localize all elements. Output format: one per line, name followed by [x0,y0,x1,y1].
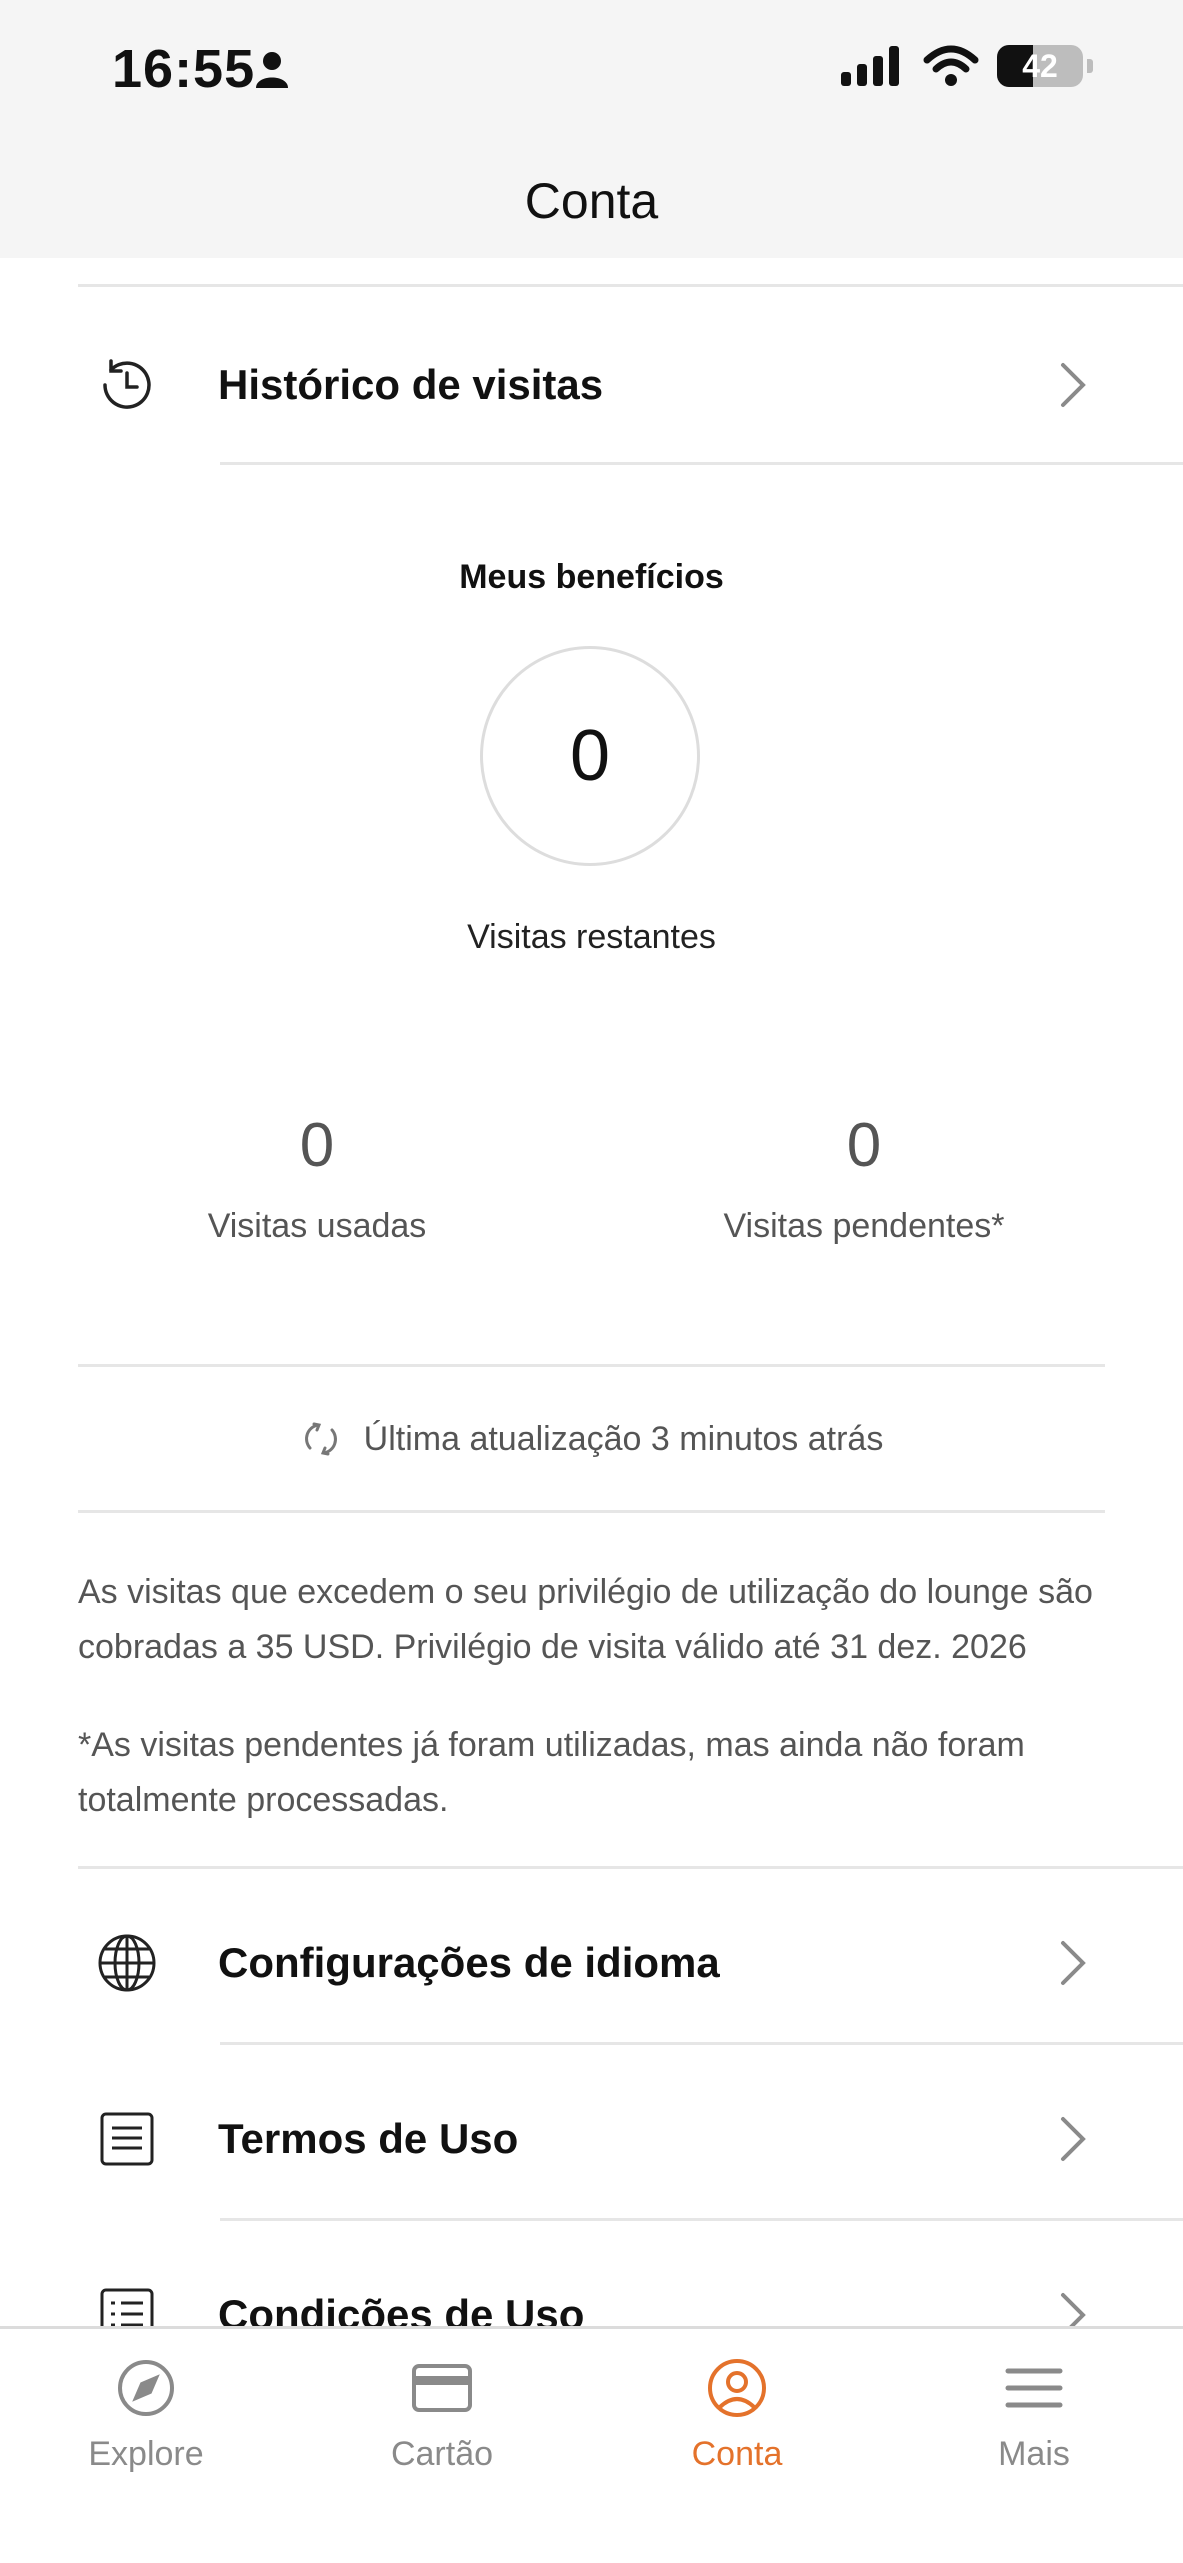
used-visits-stat: 0 Visitas usadas [107,1110,527,1246]
language-settings-row[interactable]: Configurações de idioma [0,1878,1183,2048]
cellular-signal-icon [841,46,899,86]
visit-history-label: Histórico de visitas [218,361,604,408]
tab-more-label: Mais [998,2435,1070,2473]
divider [78,284,1183,287]
used-visits-label: Visitas usadas [207,1207,427,1245]
wifi-icon [923,45,979,86]
person-icon [256,52,288,88]
history-icon [92,350,162,420]
bottom-tab-bar: Explore Cartão Conta Mais [0,2326,1183,2563]
tab-card[interactable]: Cartão [332,2353,552,2474]
tab-account[interactable]: Conta [627,2353,847,2474]
status-bar: 16:55 42 [0,0,1183,140]
divider [78,1866,1183,1869]
chevron-right-icon [1061,363,1086,407]
battery-tip [1087,59,1093,73]
battery-level: 42 [1022,47,1058,84]
charges-note: As visitas que excedem o seu privilégio … [78,1573,1093,1666]
tab-card-label: Cartão [390,2435,494,2473]
used-visits-value: 0 [299,1111,335,1180]
refresh-icon [304,1422,337,1456]
tab-account-label: Conta [691,2435,783,2473]
divider [78,1510,1105,1513]
globe-icon [92,1928,162,1998]
tab-explore[interactable]: Explore [36,2353,256,2474]
pending-visits-stat: 0 Visitas pendentes* [654,1110,1074,1246]
compass-icon [36,2353,256,2423]
terms-of-use-row[interactable]: Termos de Uso [0,2054,1183,2224]
divider [220,462,1183,465]
benefits-title: Meus benefícios [459,558,724,596]
tab-more[interactable]: Mais [924,2353,1144,2474]
tab-explore-label: Explore [88,2435,204,2473]
divider [78,1364,1105,1367]
battery-indicator: 42 [997,45,1083,87]
credit-card-icon [332,2353,552,2423]
menu-icon [924,2353,1144,2423]
pending-note: *As visitas pendentes já foram utilizada… [78,1726,1025,1819]
chevron-right-icon [1061,1941,1086,1985]
document-icon [92,2104,162,2174]
divider [220,2218,1183,2221]
pending-visits-label: Visitas pendentes* [723,1207,1005,1245]
pending-visits-value: 0 [846,1111,882,1180]
user-circle-icon [627,2353,847,2423]
divider [220,2042,1183,2045]
terms-of-use-label: Termos de Uso [218,2115,519,2162]
page-title: Conta [524,173,659,229]
chevron-right-icon [1061,2117,1086,2161]
status-time: 16:55 [112,39,256,99]
remaining-visits-circle: 0 [480,646,700,866]
remaining-visits-value: 0 [569,716,611,796]
language-settings-label: Configurações de idioma [218,1939,720,1986]
last-update-row[interactable]: Última atualização 3 minutos atrás [0,1418,1183,1460]
remaining-visits-label: Visitas restantes [467,918,716,956]
visit-history-row[interactable]: Histórico de visitas [0,300,1183,470]
last-update-text: Última atualização 3 minutos atrás [363,1419,884,1458]
